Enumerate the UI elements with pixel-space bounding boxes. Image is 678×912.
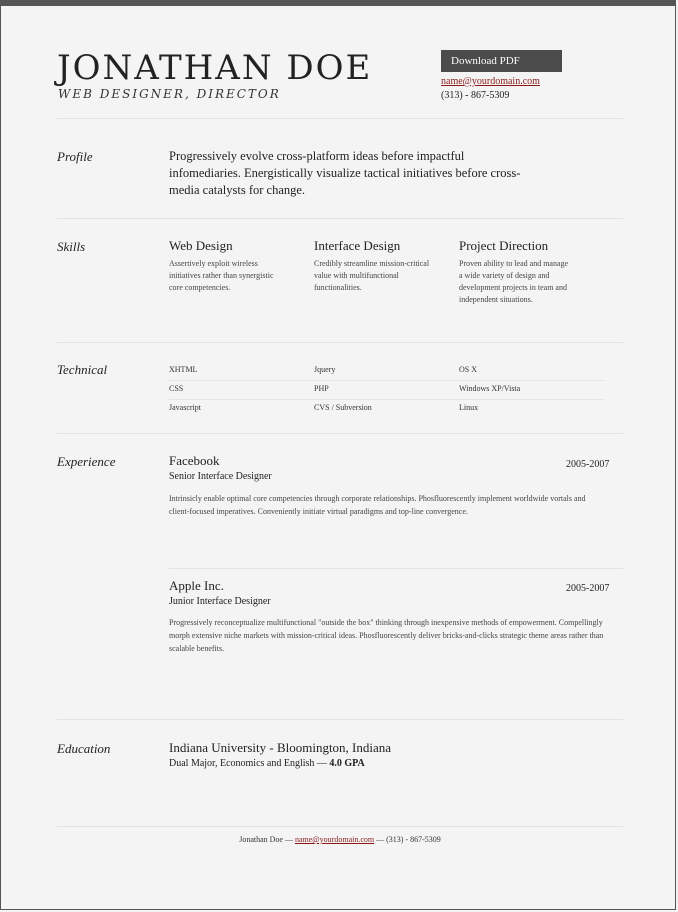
- section-label-skills: Skills: [57, 239, 86, 254]
- job-description: Progressively reconceptualize multifunct…: [169, 618, 604, 653]
- technical-item: Windows XP/Vista: [459, 384, 521, 393]
- skill-title: Project Direction: [459, 238, 549, 253]
- technical-item: PHP: [314, 384, 329, 393]
- divider: [57, 826, 623, 827]
- education-school: Indiana University - Bloomington, Indian…: [169, 740, 392, 755]
- skill-title: Web Design: [169, 238, 233, 253]
- divider: [57, 218, 623, 219]
- technical-item: Javascript: [169, 403, 201, 412]
- education-gpa: 4.0 GPA: [329, 758, 365, 769]
- technical-item: Jquery: [314, 365, 336, 374]
- technical-item: Linux: [459, 403, 479, 412]
- footer-email-link[interactable]: name@yourdomain.com: [295, 835, 374, 844]
- divider: [57, 433, 623, 434]
- job-description: Intrinsicly enable optimal core competen…: [169, 494, 586, 516]
- divider: [169, 568, 623, 569]
- skill-desc: Credibly streamline mission-critical val…: [314, 259, 430, 292]
- skill-project-direction: Project Direction Proven ability to lead…: [459, 238, 599, 306]
- technical-item: XHTML: [169, 365, 198, 374]
- skill-desc: Assertively exploit wireless initiatives…: [169, 259, 274, 292]
- job-role: Junior Interface Designer: [169, 596, 271, 607]
- footer: Jonathan Doe — name@yourdomain.com — (31…: [57, 835, 623, 844]
- job-role: Senior Interface Designer: [169, 471, 272, 482]
- education-degree: Dual Major, Economics and English —: [169, 758, 327, 769]
- education-detail: Dual Major, Economics and English — 4.0 …: [169, 758, 365, 769]
- divider: [57, 719, 623, 720]
- job-company: Facebook: [169, 453, 220, 468]
- profile-text: Progressively evolve cross-platform idea…: [169, 149, 521, 197]
- technical-row: CSS PHP Windows XP/Vista: [169, 381, 605, 400]
- technical-row: XHTML Jquery OS X: [169, 362, 605, 381]
- header-phone: (313) - 867-5309: [441, 90, 510, 101]
- skill-desc: Proven ability to lead and manage a wide…: [459, 259, 569, 304]
- technical-item: CSS: [169, 384, 184, 393]
- section-label-profile: Profile: [57, 149, 93, 164]
- footer-name: Jonathan Doe —: [239, 835, 293, 844]
- job-company: Apple Inc.: [169, 578, 224, 593]
- resume-role: WEB DESIGNER, DIRECTOR: [58, 87, 281, 101]
- technical-row: Javascript CVS / Subversion Linux: [169, 400, 605, 418]
- technical-grid: XHTML Jquery OS X CSS PHP Windows XP/Vis…: [169, 362, 605, 418]
- resume-page: JONATHAN DOE WEB DESIGNER, DIRECTOR Down…: [0, 0, 676, 910]
- divider: [57, 342, 623, 343]
- header-email-link[interactable]: name@yourdomain.com: [441, 76, 540, 87]
- section-label-technical: Technical: [57, 362, 108, 377]
- skill-title: Interface Design: [314, 238, 401, 253]
- resume-name: JONATHAN DOE: [57, 48, 373, 88]
- footer-phone: — (313) - 867-5309: [376, 835, 441, 844]
- skill-web-design: Web Design Assertively exploit wireless …: [169, 238, 309, 294]
- technical-item: CVS / Subversion: [314, 403, 372, 412]
- section-label-education: Education: [57, 741, 111, 756]
- job-dates: 2005-2007: [566, 459, 610, 470]
- divider: [57, 118, 623, 119]
- job-dates: 2005-2007: [566, 583, 610, 594]
- section-label-experience: Experience: [57, 454, 116, 469]
- skill-interface-design: Interface Design Credibly streamline mis…: [314, 238, 454, 294]
- technical-item: OS X: [459, 365, 478, 374]
- download-pdf-button[interactable]: Download PDF: [441, 50, 562, 72]
